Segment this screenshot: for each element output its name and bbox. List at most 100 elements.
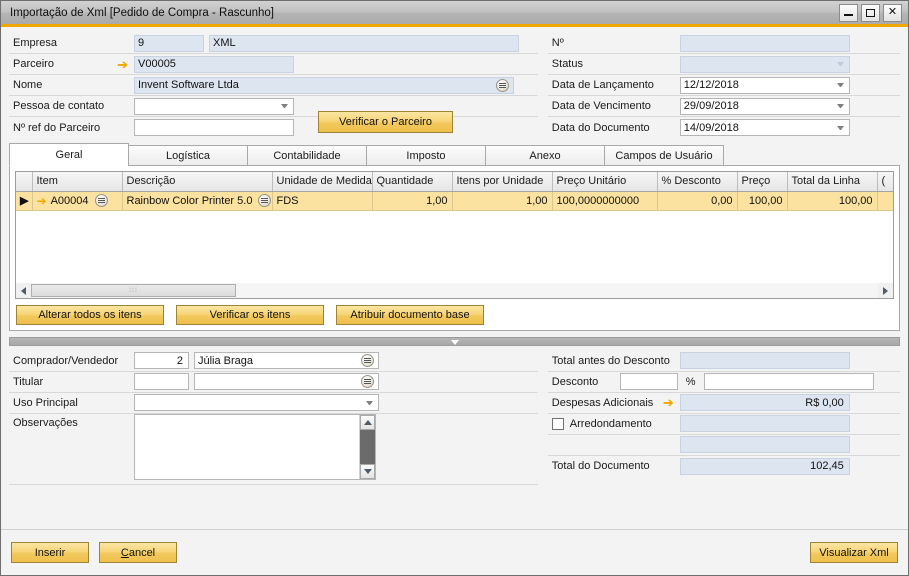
header-quantidade[interactable]: Quantidade: [372, 172, 453, 192]
maximize-button[interactable]: [861, 3, 880, 22]
scroll-track[interactable]: ⁞⁞⁞: [31, 283, 878, 298]
close-button[interactable]: ✕: [883, 3, 902, 22]
comprador-name-field[interactable]: Júlia Braga: [194, 352, 379, 369]
visualizar-xml-button[interactable]: Visualizar Xml: [810, 542, 898, 563]
comprador-code-field[interactable]: 2: [134, 352, 189, 369]
despesas-adicionais-label: Despesas Adicionais ➔: [548, 396, 680, 409]
desconto-amount-field[interactable]: [703, 373, 874, 390]
cell-descricao-value: Rainbow Color Printer 5.0: [126, 194, 253, 207]
header-itens-por-unidade[interactable]: Itens por Unidade: [452, 172, 553, 192]
arrow-right-link-icon[interactable]: ➔: [37, 195, 47, 207]
table-row[interactable]: ▶ ➔ A00004 Rainbow Color Printer 5.0 FDS…: [16, 191, 893, 211]
atribuir-documento-base-button[interactable]: Atribuir documento base: [336, 304, 484, 325]
chevron-down-icon[interactable]: [281, 104, 288, 108]
inserir-button[interactable]: Inserir: [11, 542, 89, 563]
observacoes-scrollbar[interactable]: [359, 414, 375, 479]
titular-code-field[interactable]: [134, 373, 189, 390]
desconto-input[interactable]: [619, 373, 678, 390]
list-picker-icon[interactable]: [94, 194, 108, 207]
list-picker-icon[interactable]: [258, 194, 271, 207]
arrow-right-link-icon[interactable]: ➔: [117, 58, 128, 71]
data-lancamento-field[interactable]: 12/12/2018: [679, 76, 850, 94]
arredondamento-label[interactable]: Arredondamento: [548, 417, 680, 430]
minimize-button[interactable]: [839, 3, 858, 22]
tab-imposto[interactable]: Imposto: [366, 145, 486, 166]
cell-partial[interactable]: [877, 191, 893, 211]
verificar-parceiro-button[interactable]: Verificar o Parceiro: [318, 110, 453, 133]
despesas-adicionais-field[interactable]: R$ 0,00: [679, 394, 850, 411]
titular-name-field[interactable]: [194, 373, 379, 390]
chevron-down-icon[interactable]: [836, 104, 844, 108]
header-item[interactable]: Item: [32, 172, 123, 192]
nome-field[interactable]: Invent Software Ltda: [134, 76, 514, 94]
header-form: Empresa 9 XML Parceiro ➔ V00005 Nome Inv…: [9, 33, 900, 138]
cell-preco[interactable]: 100,00: [737, 191, 788, 211]
scroll-thumb[interactable]: ⁞⁞⁞: [31, 284, 236, 297]
data-vencimento-field[interactable]: 29/09/2018: [679, 97, 850, 115]
data-lancamento-value: 12/12/2018: [683, 79, 739, 91]
tab-campos-usuario[interactable]: Campos de Usuário: [604, 145, 724, 166]
field-row-ref-parceiro: Nº ref do Parceiro Verificar o Parceiro: [9, 110, 538, 138]
header-partial-column[interactable]: (: [877, 172, 893, 192]
cell-item[interactable]: ➔ A00004: [32, 191, 123, 211]
scroll-down-icon[interactable]: [360, 463, 375, 479]
chevron-down-icon[interactable]: [836, 125, 844, 130]
cell-itens-por-unidade[interactable]: 1,00: [452, 191, 553, 211]
empresa-name-field[interactable]: XML: [209, 34, 519, 52]
empresa-code-field[interactable]: 9: [134, 34, 204, 52]
data-documento-field[interactable]: 14/09/2018: [679, 119, 850, 136]
ref-parceiro-input[interactable]: [134, 119, 294, 136]
list-picker-icon[interactable]: [361, 375, 374, 388]
pessoa-contato-select[interactable]: [134, 97, 294, 115]
header-preco[interactable]: Preço: [737, 172, 788, 192]
list-picker-icon[interactable]: [496, 78, 509, 92]
arredondamento-checkbox[interactable]: [551, 417, 564, 430]
verificar-itens-button[interactable]: Verificar os itens: [176, 304, 324, 325]
cell-quantidade[interactable]: 1,00: [372, 191, 453, 211]
cell-preco-unitario[interactable]: 100,0000000000: [552, 191, 658, 211]
grid-empty-area: [16, 210, 893, 283]
grid-horizontal-scrollbar[interactable]: ⁞⁞⁞: [16, 282, 893, 298]
cell-percent-desconto[interactable]: 0,00: [657, 191, 738, 211]
tab-anexo[interactable]: Anexo: [485, 145, 605, 166]
scroll-up-icon[interactable]: [360, 414, 375, 430]
bottom-form: Comprador/Vendedor 2 Júlia Braga Titular: [9, 351, 900, 530]
scroll-right-icon[interactable]: [878, 283, 893, 298]
uso-principal-select[interactable]: [134, 394, 379, 411]
parceiro-label: Parceiro ➔: [9, 58, 134, 71]
table-header-row: Item Descrição Unidade de Medida Quantid…: [16, 172, 893, 192]
splitter-handle-icon[interactable]: [450, 339, 459, 345]
cell-item-value: A00004: [50, 194, 89, 207]
tab-geral[interactable]: Geral: [9, 143, 129, 166]
grid-action-buttons: Alterar todos os itens Verificar os iten…: [15, 304, 894, 325]
tab-panel-geral: Item Descrição Unidade de Medida Quantid…: [9, 165, 900, 331]
header-preco-unitario[interactable]: Preço Unitário: [552, 172, 658, 192]
header-percent-desconto[interactable]: % Desconto: [657, 172, 738, 192]
tab-logistica[interactable]: Logística: [128, 145, 248, 166]
chevron-down-icon[interactable]: [366, 400, 373, 405]
cell-total-da-linha[interactable]: 100,00: [787, 191, 878, 211]
cell-unidade-medida[interactable]: FDS: [272, 191, 373, 211]
comprador-label: Comprador/Vendedor: [13, 354, 119, 367]
header-indicator: [16, 172, 33, 192]
list-picker-icon[interactable]: [361, 354, 374, 367]
alterar-todos-itens-button[interactable]: Alterar todos os itens: [16, 304, 164, 325]
header-descricao[interactable]: Descrição: [122, 172, 273, 192]
scroll-thumb[interactable]: [360, 429, 375, 464]
cancel-button[interactable]: Cancel: [99, 542, 177, 563]
status-select[interactable]: [679, 55, 850, 73]
footer-bar: Inserir Cancel Visualizar Xml: [1, 529, 908, 575]
cell-descricao[interactable]: Rainbow Color Printer 5.0: [122, 191, 273, 211]
parceiro-field[interactable]: V00005: [134, 55, 294, 73]
total-documento-label: Total do Documento: [551, 460, 650, 472]
arrow-right-link-icon[interactable]: ➔: [663, 396, 674, 409]
nome-label: Nome: [13, 79, 43, 91]
tab-contabilidade[interactable]: Contabilidade: [247, 145, 367, 166]
panel-splitter[interactable]: [9, 336, 900, 346]
chevron-down-icon[interactable]: [836, 83, 844, 87]
header-total-da-linha[interactable]: Total da Linha: [787, 172, 878, 192]
numero-field[interactable]: [679, 34, 850, 52]
header-unidade-medida[interactable]: Unidade de Medida: [272, 172, 373, 192]
scroll-left-icon[interactable]: [16, 283, 31, 298]
observacoes-textarea[interactable]: [134, 413, 376, 480]
